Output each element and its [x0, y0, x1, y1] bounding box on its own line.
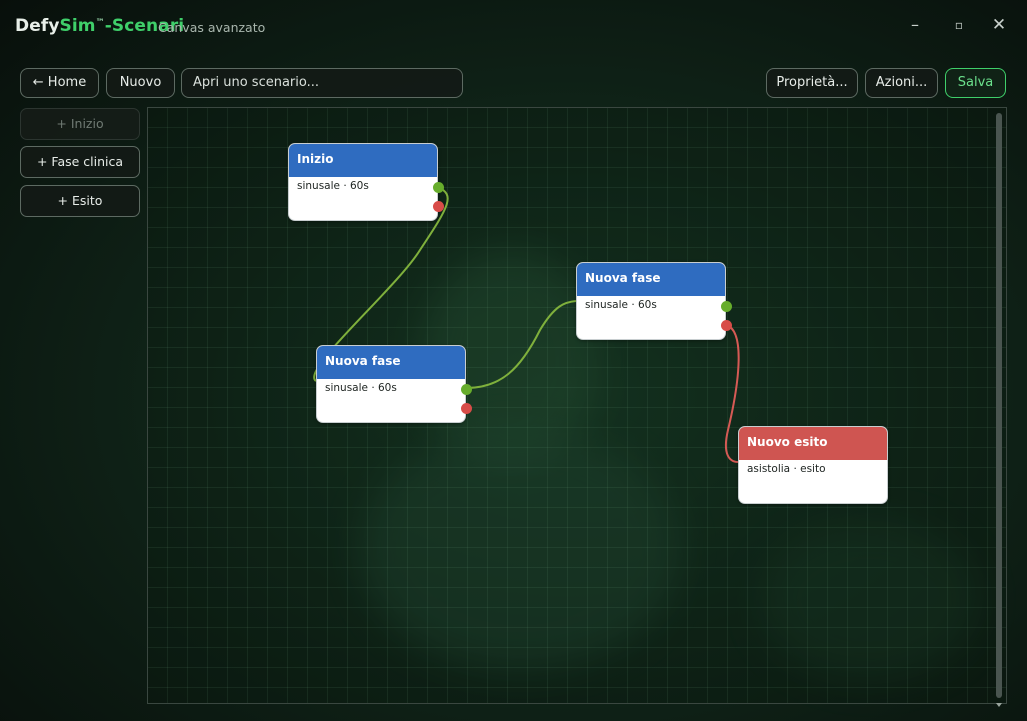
node-title: Nuovo esito — [739, 427, 887, 460]
canvas-scrollbar[interactable] — [994, 109, 1004, 707]
failure-port[interactable] — [721, 320, 732, 331]
node-detail: sinusale · 60s — [325, 382, 397, 394]
node-detail: sinusale · 60s — [297, 180, 369, 192]
success-port[interactable] — [433, 182, 444, 193]
node-outcome[interactable]: Nuovo esito asistolia · esito — [738, 426, 888, 504]
node-title: Nuova fase — [577, 263, 725, 296]
brand-sim: Sim — [59, 16, 96, 36]
window-subtitle: Canvas avanzato — [158, 20, 266, 35]
properties-button[interactable]: Proprietà... — [766, 68, 858, 98]
success-port[interactable] — [461, 384, 472, 395]
failure-port[interactable] — [461, 403, 472, 414]
title-bar: DefySim™-Scenari Canvas avanzato – ▫ ✕ — [0, 0, 1027, 56]
open-scenario-field[interactable]: Apri uno scenario... — [181, 68, 463, 98]
node-detail: sinusale · 60s — [585, 299, 657, 311]
new-button[interactable]: Nuovo — [106, 68, 175, 98]
maximize-icon: ▫ — [954, 18, 964, 32]
app-window: DefySim™-Scenari Canvas avanzato – ▫ ✕ ←… — [0, 0, 1027, 721]
node-title: Inizio — [289, 144, 437, 177]
save-button[interactable]: Salva — [945, 68, 1006, 98]
scenario-canvas[interactable] — [147, 107, 1007, 704]
close-icon: ✕ — [991, 15, 1007, 35]
maximize-button[interactable]: ▫ — [944, 14, 974, 36]
failure-port[interactable] — [433, 201, 444, 212]
add-start-button[interactable]: + Inizio — [20, 108, 140, 140]
add-clinical-phase-button[interactable]: + Fase clinica — [20, 146, 140, 178]
minimize-icon: – — [911, 15, 919, 34]
minimize-button[interactable]: – — [900, 14, 930, 36]
success-port[interactable] — [721, 301, 732, 312]
home-button[interactable]: ← Home — [20, 68, 99, 98]
actions-button[interactable]: Azioni... — [865, 68, 938, 98]
scroll-down-arrow[interactable] — [994, 694, 1004, 707]
scroll-thumb[interactable] — [996, 113, 1002, 698]
node-phase-2[interactable]: Nuova fase sinusale · 60s — [576, 262, 732, 340]
node-detail: asistolia · esito — [747, 463, 826, 475]
node-start[interactable]: Inizio sinusale · 60s — [288, 143, 444, 221]
close-button[interactable]: ✕ — [984, 14, 1014, 36]
node-title: Nuova fase — [317, 346, 465, 379]
add-outcome-button[interactable]: + Esito — [20, 185, 140, 217]
brand-defy: Defy — [15, 16, 60, 36]
brand-trademark: ™ — [95, 18, 105, 28]
node-phase-1[interactable]: Nuova fase sinusale · 60s — [316, 345, 472, 423]
